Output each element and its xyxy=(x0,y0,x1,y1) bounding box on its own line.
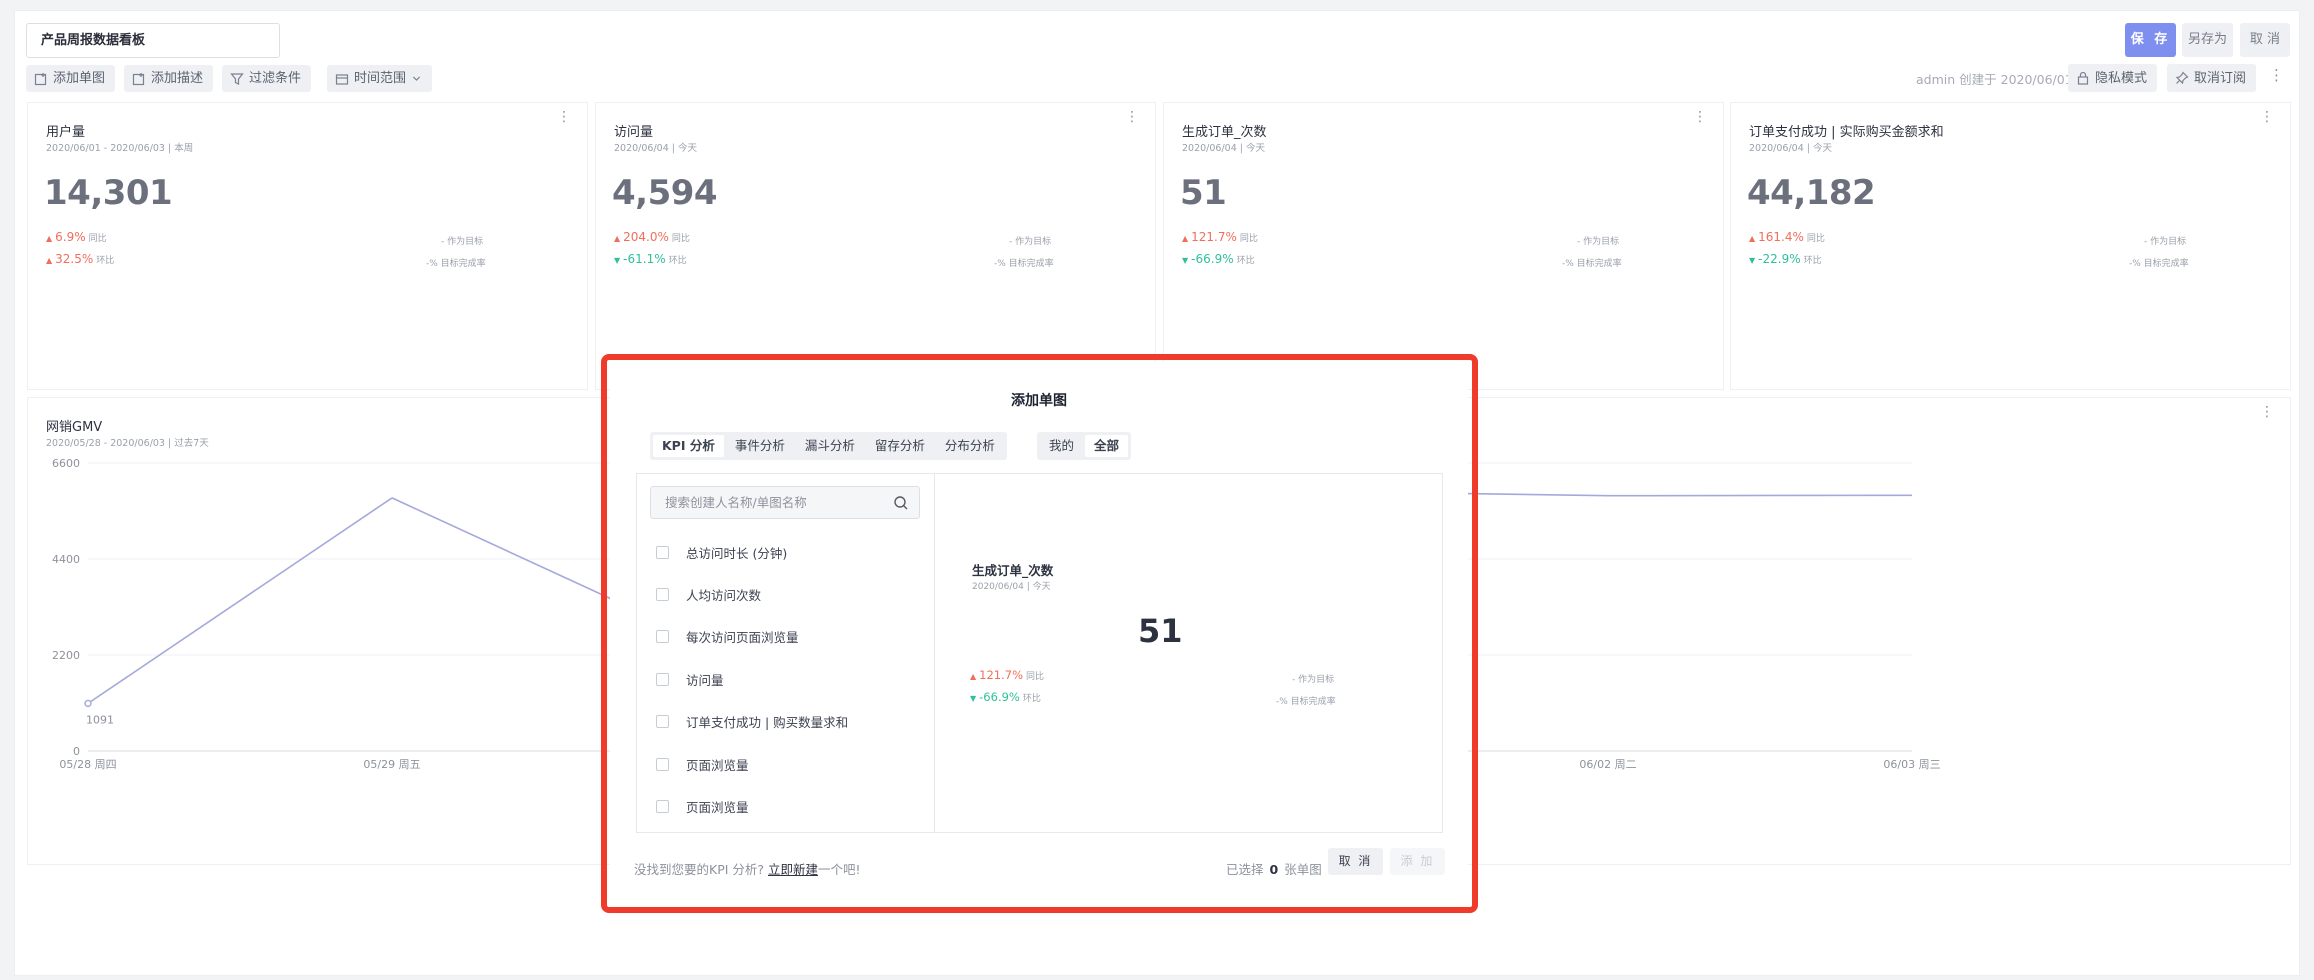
x-tick-label: 05/29 周五 xyxy=(363,758,420,771)
highlight-box xyxy=(601,354,1478,913)
data-label: 1091 xyxy=(86,713,114,726)
y-tick-label: 4400 xyxy=(52,553,80,566)
series-line xyxy=(391,497,619,603)
y-tick-label: 6600 xyxy=(52,457,80,470)
data-point[interactable] xyxy=(84,699,92,708)
series-line xyxy=(1464,492,1609,497)
series-line xyxy=(87,497,393,705)
x-tick-label: 06/02 周二 xyxy=(1579,758,1636,771)
y-tick-label: 2200 xyxy=(52,649,80,662)
y-tick-label: 0 xyxy=(73,745,80,758)
x-tick-label: 05/28 周四 xyxy=(59,758,116,771)
x-tick-label: 06/03 周三 xyxy=(1883,758,1940,771)
